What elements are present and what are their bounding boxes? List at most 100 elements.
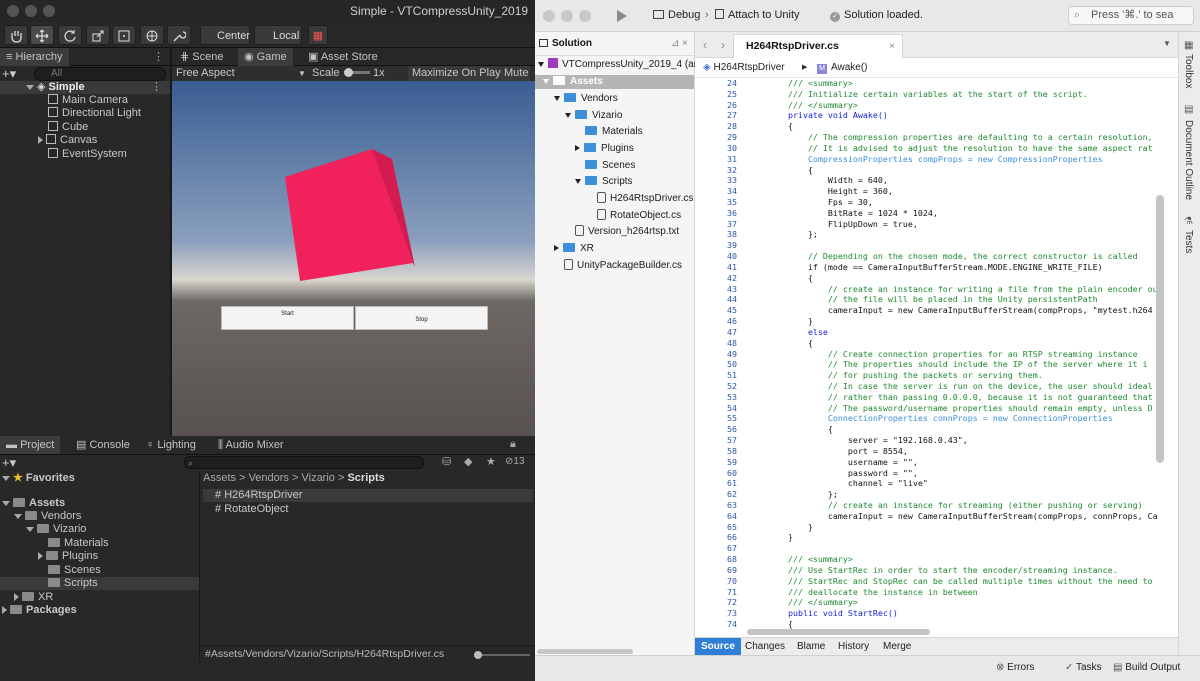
code-line[interactable]: Fps = 30, bbox=[748, 197, 873, 208]
code-line[interactable]: password = "", bbox=[748, 468, 918, 479]
code-line[interactable]: /// </summary> bbox=[748, 597, 858, 608]
code-line[interactable]: port = 8554, bbox=[748, 446, 908, 457]
code-line[interactable]: // The password/username properties shou… bbox=[748, 403, 1153, 414]
horizontal-scrollbar[interactable] bbox=[747, 629, 930, 635]
scenes-item[interactable]: Scenes bbox=[48, 564, 101, 577]
file-item[interactable]: # H264RtspDriver bbox=[203, 489, 533, 502]
code-line[interactable]: }; bbox=[748, 489, 838, 500]
code-line[interactable]: /// StartRec and StopRec can be called m… bbox=[748, 576, 1153, 587]
code-line[interactable]: Width = 640, bbox=[748, 175, 888, 186]
tab-scene[interactable]: ⋕ Scene bbox=[174, 48, 229, 66]
solution-item-scenes[interactable]: Scenes bbox=[585, 159, 635, 173]
collab-button[interactable]: ▦ bbox=[308, 25, 328, 45]
code-line[interactable]: /// Initialize certain variables at the … bbox=[748, 89, 1088, 100]
code-line[interactable]: public void StartRec() bbox=[748, 608, 898, 619]
breadcrumb-item[interactable]: Vizario bbox=[301, 472, 334, 484]
tab-history[interactable]: History bbox=[838, 638, 869, 656]
code-line[interactable]: cameraInput = new CameraInputBufferStrea… bbox=[748, 305, 1153, 316]
lock-icon[interactable]: 🔒︎ bbox=[510, 438, 516, 451]
tab-source[interactable]: Source bbox=[695, 638, 741, 656]
scale-slider[interactable] bbox=[344, 68, 370, 77]
close-icon[interactable]: × bbox=[682, 32, 688, 56]
tab-project[interactable]: ▬ Project bbox=[0, 436, 61, 454]
move-tool-button[interactable] bbox=[30, 25, 54, 45]
solution-item-version-file[interactable]: Version_h264rtsp.txt bbox=[575, 225, 679, 239]
code-line[interactable]: // It is advised to adjust the resolutio… bbox=[748, 143, 1153, 154]
project-search-input[interactable]: ⌕ bbox=[184, 456, 424, 469]
code-line[interactable]: FlipUpDown = true, bbox=[748, 219, 918, 230]
code-line[interactable]: /// deallocate the instance in between bbox=[748, 587, 978, 598]
code-line[interactable]: // the file will be placed in the Unity … bbox=[748, 294, 1098, 305]
code-line[interactable]: } bbox=[748, 532, 793, 543]
filter-type-icon[interactable]: ⛁ bbox=[442, 455, 451, 468]
solution-item-vendors[interactable]: Vendors bbox=[554, 92, 618, 106]
code-line[interactable]: CompressionProperties compProps = new Co… bbox=[748, 154, 1103, 165]
back-icon[interactable]: ‹ bbox=[703, 38, 707, 52]
code-area[interactable]: 24 /// <summary> 25 /// Initialize certai… bbox=[695, 78, 1178, 664]
configuration-selector[interactable]: Debug bbox=[653, 9, 700, 21]
scale-tool-button[interactable] bbox=[86, 25, 110, 45]
assets-item[interactable]: Assets bbox=[2, 497, 65, 510]
icon-size-slider[interactable] bbox=[474, 651, 530, 659]
code-line[interactable]: { bbox=[748, 338, 813, 349]
code-line[interactable]: channel = "live" bbox=[748, 478, 928, 489]
tab-hierarchy[interactable]: ≡ Hierarchy bbox=[0, 48, 69, 66]
code-line[interactable]: { bbox=[748, 121, 793, 132]
code-line[interactable]: server = "192.168.0.43", bbox=[748, 435, 968, 446]
search-input[interactable]: ⌕ Press '⌘.' to sea bbox=[1068, 6, 1194, 25]
minimize-window-button[interactable] bbox=[25, 5, 37, 17]
code-line[interactable]: { bbox=[748, 273, 813, 284]
close-window-button[interactable] bbox=[7, 5, 19, 17]
code-line[interactable]: username = "", bbox=[748, 457, 918, 468]
create-asset-button[interactable]: +▾ bbox=[2, 455, 16, 471]
pivot-center-button[interactable]: Center bbox=[200, 25, 250, 45]
code-line[interactable]: // create an instance for streaming (eit… bbox=[748, 500, 1143, 511]
code-line[interactable]: /// Use StartRec in order to start the e… bbox=[748, 565, 1118, 576]
zoom-window-button[interactable] bbox=[579, 10, 591, 22]
solution-project-item[interactable]: VTCompressUnity_2019_4 (arth_ bbox=[538, 58, 711, 72]
method-selector[interactable]: M Awake() bbox=[817, 58, 868, 78]
solution-item-plugins[interactable]: Plugins bbox=[575, 142, 634, 156]
solution-item-h264-file[interactable]: H264RtspDriver.cs bbox=[597, 192, 693, 206]
favorites-item[interactable]: ★ Favorites bbox=[2, 472, 75, 485]
tab-game[interactable]: ◉ Game bbox=[238, 48, 293, 66]
code-line[interactable]: // The properties should include the IP … bbox=[748, 359, 1148, 370]
tasks-button[interactable]: ✓ Tasks bbox=[1065, 662, 1102, 673]
solution-item-rotate-file[interactable]: RotateObject.cs bbox=[597, 209, 681, 223]
tab-blame[interactable]: Blame bbox=[797, 638, 825, 656]
tab-changes[interactable]: Changes bbox=[745, 638, 785, 656]
code-line[interactable]: /// <summary> bbox=[748, 554, 853, 565]
code-line[interactable]: } bbox=[748, 316, 813, 327]
forward-icon[interactable]: › bbox=[721, 38, 725, 52]
code-line[interactable]: ConnectionProperties connProps = new Con… bbox=[748, 413, 1113, 424]
tab-toolbox[interactable]: Toolbox bbox=[1183, 54, 1194, 88]
run-play-icon[interactable] bbox=[616, 9, 628, 23]
vendors-item[interactable]: Vendors bbox=[14, 510, 81, 523]
solution-item-assets[interactable]: Assets bbox=[535, 75, 694, 89]
errors-button[interactable]: ⊗ Errors bbox=[996, 662, 1034, 673]
solution-item-vizario[interactable]: Vizario bbox=[565, 109, 622, 123]
minimize-window-button[interactable] bbox=[561, 10, 573, 22]
code-line[interactable]: /// </summary> bbox=[748, 100, 858, 111]
hidden-count[interactable]: ⊘13 bbox=[505, 456, 525, 467]
code-line[interactable]: } bbox=[748, 522, 813, 533]
packages-item[interactable]: Packages bbox=[2, 604, 77, 617]
hierarchy-item[interactable]: Main Camera bbox=[48, 94, 128, 107]
class-selector[interactable]: ◈ H264RtspDriver bbox=[703, 58, 785, 78]
tab-lighting[interactable]: ♀ Lighting bbox=[140, 436, 202, 454]
materials-item[interactable]: Materials bbox=[48, 537, 109, 550]
mute-toggle[interactable]: Mute bbox=[502, 66, 531, 81]
hierarchy-item[interactable]: EventSystem bbox=[48, 148, 127, 161]
game-viewport[interactable]: Start Stop bbox=[172, 81, 535, 436]
code-line[interactable]: if (mode == CameraInputBufferStream.MODE… bbox=[748, 262, 1103, 273]
hierarchy-item[interactable]: Directional Light bbox=[48, 107, 141, 120]
tab-overflow-chevron-icon[interactable]: ▼ bbox=[1163, 39, 1171, 48]
pivot-local-button[interactable]: Local bbox=[254, 25, 302, 45]
horizontal-scrollbar[interactable] bbox=[537, 649, 633, 654]
breadcrumb-item[interactable]: Vendors bbox=[249, 472, 289, 484]
maximize-on-play-toggle[interactable]: Maximize On Play bbox=[408, 66, 505, 81]
breadcrumb-item[interactable]: Assets bbox=[203, 472, 236, 484]
rect-tool-button[interactable] bbox=[112, 25, 136, 45]
stop-button[interactable]: Stop bbox=[355, 306, 488, 330]
solution-item-scripts[interactable]: Scripts bbox=[575, 175, 633, 189]
